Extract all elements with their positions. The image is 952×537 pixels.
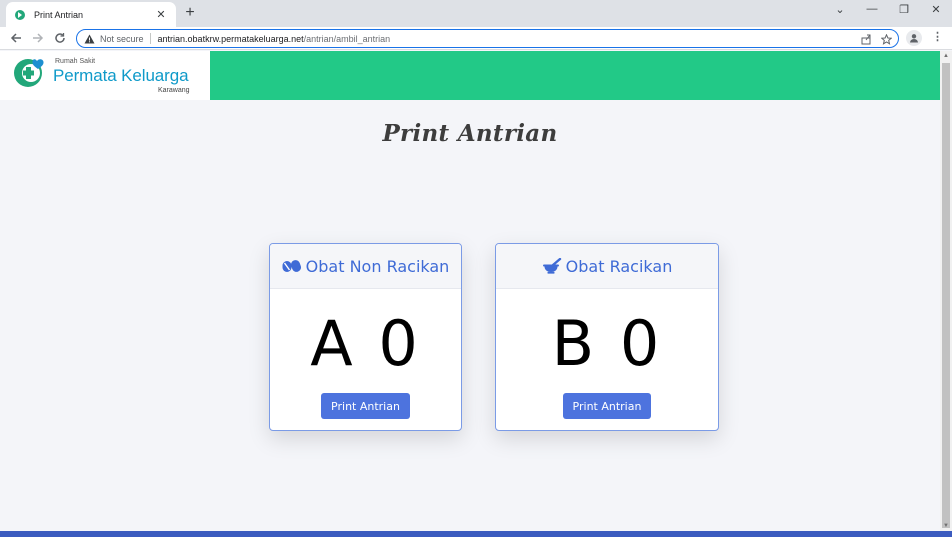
url-path: /antrian/ambil_antrian: [303, 33, 391, 44]
close-window-icon[interactable]: ✕: [926, 3, 946, 16]
profile-avatar-icon[interactable]: [906, 30, 922, 46]
print-antrian-button[interactable]: Print Antrian: [321, 393, 410, 419]
scroll-up-icon[interactable]: ▲: [940, 51, 952, 61]
bookmark-star-icon[interactable]: [880, 32, 893, 50]
pills-icon: [282, 259, 302, 273]
logo-name: Permata Keluarga: [53, 66, 189, 85]
page-scrollbar[interactable]: ▲ ▼: [940, 51, 952, 531]
share-icon[interactable]: [861, 32, 872, 50]
address-bar[interactable]: Not secure antrian.obatkrw.permatakeluar…: [76, 29, 899, 48]
browser-tab[interactable]: Print Antrian ✕: [6, 2, 176, 27]
security-label: Not secure: [100, 33, 144, 44]
scrollbar-thumb[interactable]: [942, 63, 950, 528]
card-label: Obat Racikan: [565, 256, 673, 276]
forward-icon[interactable]: [30, 30, 46, 46]
logo-subtitle: Rumah Sakit: [55, 58, 96, 65]
tab-close-icon[interactable]: ✕: [154, 8, 168, 21]
taskbar-edge: [0, 531, 952, 537]
mortar-pestle-icon: [542, 258, 562, 274]
site-logo[interactable]: Rumah Sakit Permata Keluarga Karawang: [0, 51, 210, 100]
browser-tab-bar: Print Antrian ✕ + ⌄ — ❐ ✕: [0, 0, 952, 27]
card-header: Obat Racikan: [496, 244, 718, 289]
queue-number: B 0: [551, 307, 663, 380]
scroll-down-icon[interactable]: ▼: [940, 521, 952, 531]
logo-city: Karawang: [158, 87, 190, 94]
restore-icon[interactable]: ❐: [894, 3, 914, 16]
tab-title: Print Antrian: [34, 9, 84, 20]
address-divider: [149, 33, 151, 44]
site-header: Rumah Sakit Permata Keluarga Karawang: [0, 51, 940, 100]
queue-number: A 0: [310, 307, 421, 380]
omnibox-actions: [861, 32, 893, 50]
queue-card-non-racikan: Obat Non Racikan A 0 Print Antrian: [269, 243, 462, 431]
print-antrian-button[interactable]: Print Antrian: [562, 393, 652, 419]
url-host: antrian.obatkrw.permatakeluarga.net: [157, 33, 304, 44]
browser-toolbar: Not secure antrian.obatkrw.permatakeluar…: [0, 27, 952, 50]
browser-menu-icon[interactable]: ⋮: [932, 30, 943, 43]
tab-search-icon[interactable]: ⌄: [830, 3, 850, 16]
back-icon[interactable]: [8, 30, 24, 46]
hospital-logo-icon: [14, 59, 44, 87]
site-favicon-icon: [14, 9, 26, 21]
page-title: Print Antrian: [382, 120, 558, 147]
warning-icon[interactable]: [84, 34, 95, 44]
card-label: Obat Non Racikan: [305, 256, 450, 276]
minimize-icon[interactable]: —: [862, 3, 882, 15]
queue-card-racikan: Obat Racikan B 0 Print Antrian: [495, 243, 719, 431]
card-header: Obat Non Racikan: [270, 244, 461, 289]
new-tab-icon[interactable]: +: [181, 4, 199, 22]
reload-icon[interactable]: [52, 30, 68, 46]
page-viewport: Rumah Sakit Permata Keluarga Karawang Pr…: [0, 51, 940, 531]
